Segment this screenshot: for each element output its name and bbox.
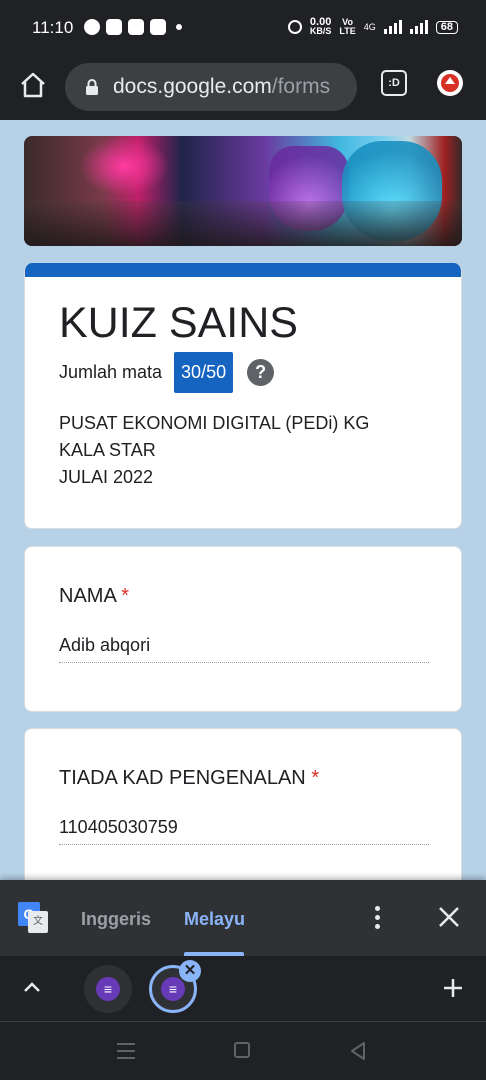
score-badge: 30/50 xyxy=(174,352,234,393)
tab-close-button[interactable]: ✕ xyxy=(179,960,201,982)
status-time: 11:10 xyxy=(32,18,74,37)
help-icon[interactable]: ? xyxy=(247,359,275,386)
recents-icon[interactable] xyxy=(117,1043,135,1059)
update-icon[interactable] xyxy=(437,70,463,96)
url-path: /forms xyxy=(271,75,331,98)
app-notification-icon xyxy=(106,19,122,35)
url-host: docs.google.com xyxy=(113,75,272,98)
close-icon[interactable] xyxy=(436,904,462,930)
volte-indicator: Vo LTE xyxy=(339,18,355,36)
facebook-icon xyxy=(128,19,144,35)
network-type: 4G xyxy=(363,21,376,32)
answer-field[interactable]: Adib abqori xyxy=(59,635,429,663)
whatsapp-icon xyxy=(84,19,100,35)
home-icon[interactable] xyxy=(18,70,48,100)
form-header-image xyxy=(24,136,462,246)
net-speed: 0.00 KB/S xyxy=(309,17,332,36)
system-nav-bar xyxy=(0,1022,486,1080)
google-translate-icon: G 文 xyxy=(18,902,48,934)
tab-strip xyxy=(0,956,486,1022)
question-text: TIADA KAD PENGENALAN xyxy=(59,767,306,789)
accent-bar xyxy=(25,263,461,277)
form-title: KUIZ SAINS xyxy=(59,299,298,347)
description-line: KALA STAR xyxy=(59,440,156,460)
battery-icon: 68 xyxy=(435,20,458,34)
alarm-icon xyxy=(287,20,302,34)
description-line: JULAI 2022 xyxy=(59,467,154,487)
more-vert-icon[interactable] xyxy=(370,906,384,932)
signal-icon-2 xyxy=(409,20,428,34)
home-nav-icon[interactable] xyxy=(234,1042,250,1058)
required-mark: * xyxy=(121,585,130,607)
score-label: Jumlah mata xyxy=(59,362,163,382)
forms-tab-icon xyxy=(96,977,120,1001)
question-card-name: NAMA * Adib abqori xyxy=(24,546,462,712)
system-icons: 0.00 KB/S Vo LTE 4G 68 xyxy=(287,17,458,36)
address-bar[interactable]: docs.google.com/forms xyxy=(65,63,357,111)
form-description: PUSAT EKONOMI DIGITAL (PEDi) KG KALA STA… xyxy=(59,410,369,491)
url-text: docs.google.com/forms xyxy=(113,75,330,99)
more-notifications-dot xyxy=(176,24,182,30)
question-label: NAMA * xyxy=(59,585,129,608)
question-label: TIADA KAD PENGENALAN * xyxy=(59,767,319,790)
tab-switcher-button[interactable]: :D xyxy=(381,70,407,96)
question-card-ic: TIADA KAD PENGENALAN * 110405030759 xyxy=(24,728,462,898)
browser-toolbar: docs.google.com/forms :D xyxy=(0,58,486,120)
lock-icon xyxy=(86,79,98,95)
form-title-card: KUIZ SAINS Jumlah mata 30/50 ? PUSAT EKO… xyxy=(24,263,462,529)
signal-icon xyxy=(383,20,402,34)
net-speed-unit: KB/S xyxy=(309,26,332,36)
notification-icons xyxy=(84,19,182,35)
language-tab-source[interactable]: Inggeris xyxy=(81,909,151,930)
volte-bottom: LTE xyxy=(339,26,356,36)
translate-bar: G 文 Inggeris Melayu xyxy=(0,880,486,956)
answer-field[interactable]: 110405030759 xyxy=(59,817,429,845)
plus-icon[interactable] xyxy=(442,977,464,999)
status-bar: 11:10 0.00 KB/S Vo LTE 4G 68 xyxy=(0,0,486,58)
language-tab-target[interactable]: Melayu xyxy=(184,909,245,930)
translate-logo-glyph: 文 xyxy=(28,911,48,933)
required-mark: * xyxy=(311,767,320,789)
question-text: NAMA xyxy=(59,585,116,607)
score-row: Jumlah mata 30/50 ? xyxy=(59,352,275,393)
tab-forms-1[interactable] xyxy=(84,965,132,1013)
chevron-up-icon[interactable] xyxy=(22,978,42,998)
forms-tab-icon xyxy=(161,977,185,1001)
youtube-icon xyxy=(150,19,166,35)
description-line: PUSAT EKONOMI DIGITAL (PEDi) KG xyxy=(59,413,370,433)
back-icon[interactable] xyxy=(349,1041,367,1061)
